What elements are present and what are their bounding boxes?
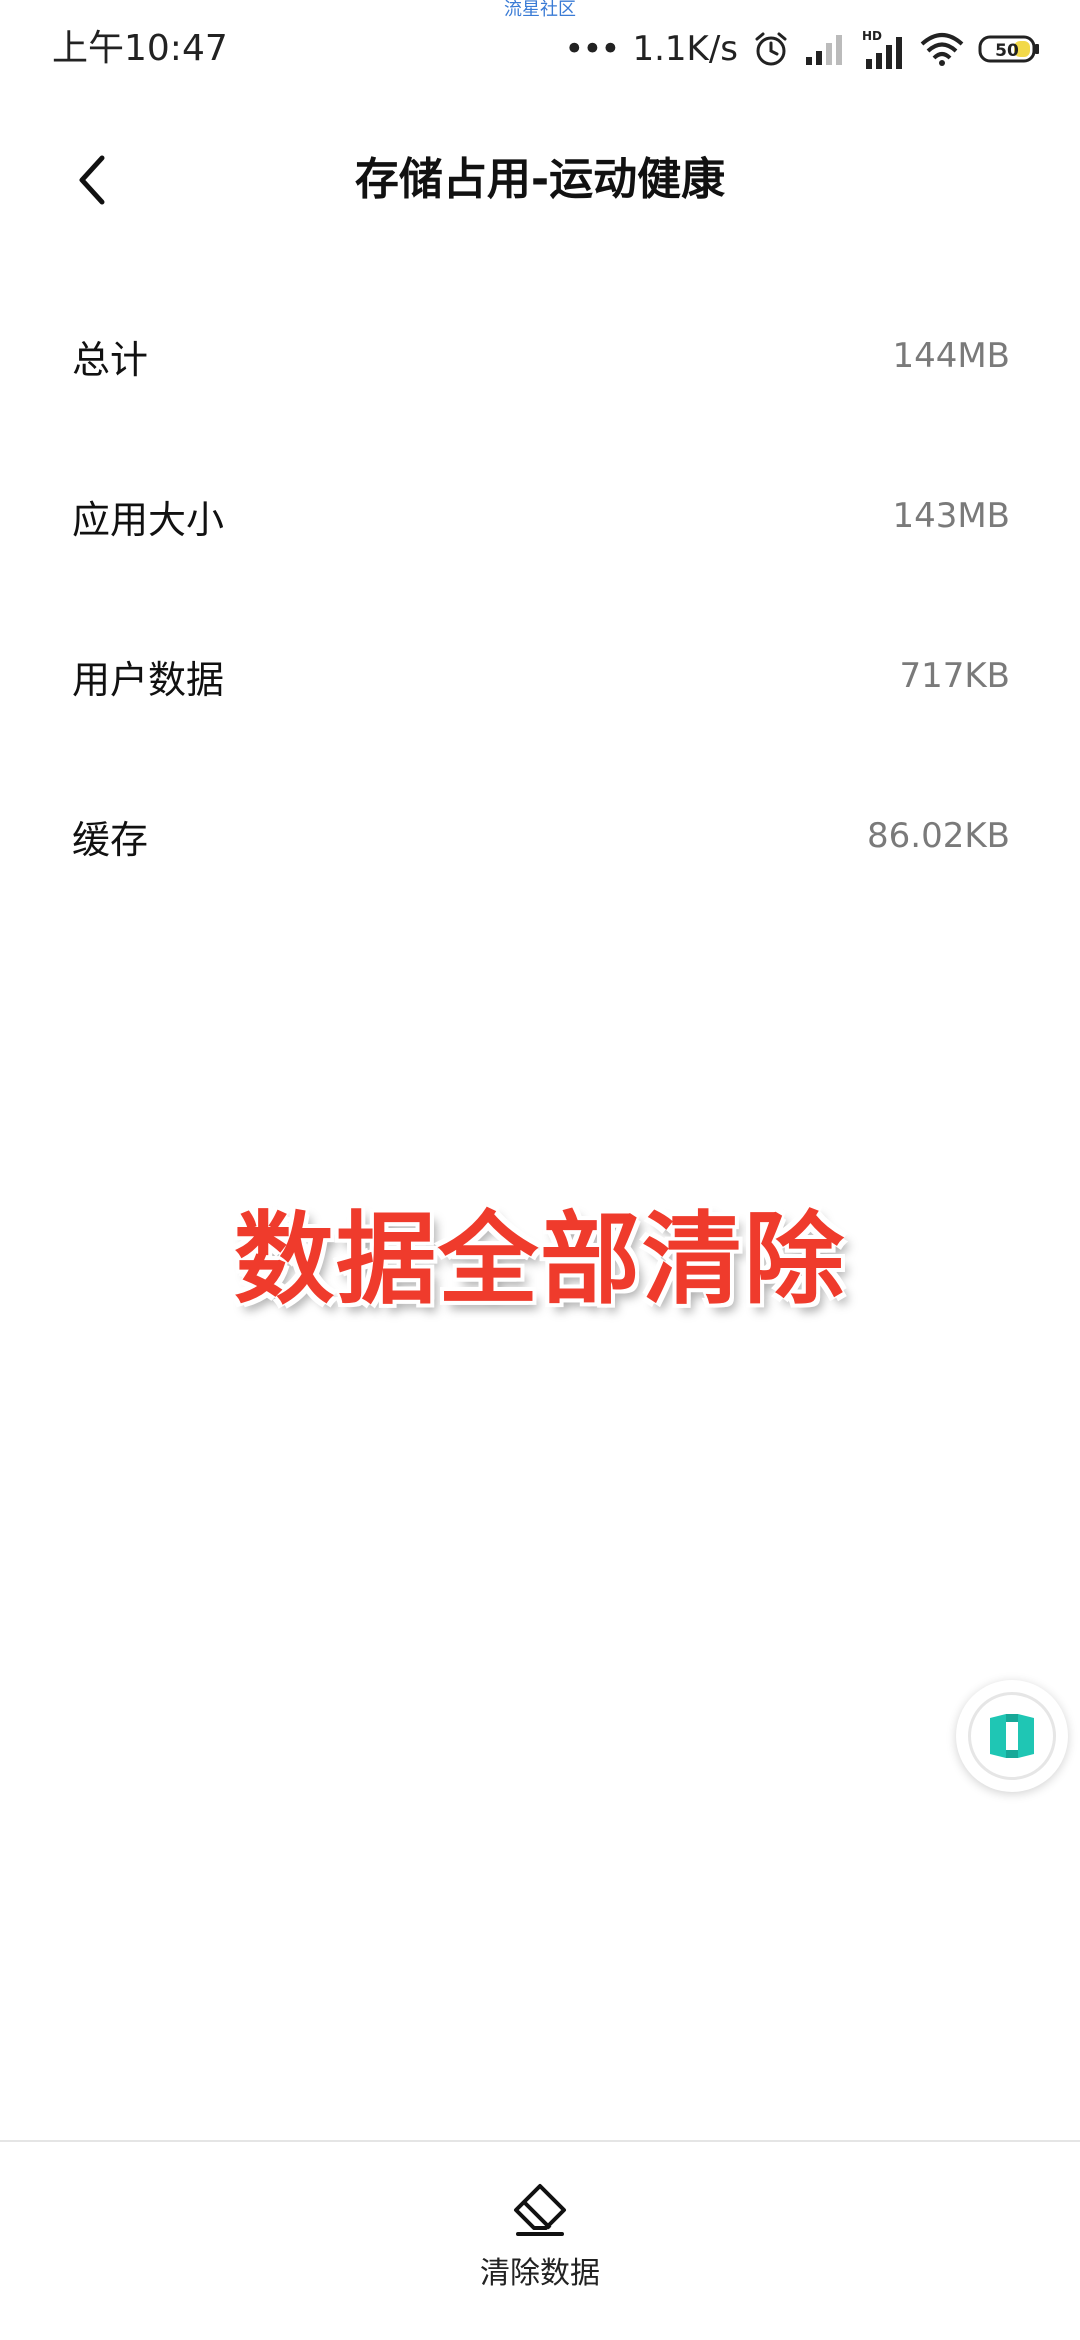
row-label: 应用大小: [72, 497, 225, 542]
eraser-icon: [514, 2184, 566, 2236]
network-speed: 1.1K/s: [632, 29, 738, 69]
row-label: 用户数据: [72, 657, 225, 702]
floating-assistant-button[interactable]: [956, 1680, 1068, 1792]
more-dots: •••: [564, 29, 620, 69]
battery-level: 50: [995, 41, 1019, 61]
row-label: 缓存: [72, 817, 149, 862]
status-bar: 流星社区 上午10:47 ••• 1.1K/s HD 50: [0, 0, 1080, 96]
hd-label: HD: [862, 29, 882, 43]
row-label: 总计: [72, 337, 149, 382]
storage-row-app-size: 应用大小 143MB: [0, 436, 1080, 596]
alarm-icon: [752, 30, 790, 68]
row-value: 143MB: [892, 496, 1010, 536]
signal-weak-icon: [804, 33, 848, 65]
cube-icon: [990, 1714, 1034, 1758]
status-time: 上午10:47: [52, 28, 228, 69]
row-value: 717KB: [899, 656, 1010, 696]
watermark: 流星社区: [504, 0, 576, 20]
floating-button-ring: [968, 1692, 1056, 1780]
bottom-action-bar: 清除数据: [0, 2140, 1080, 2340]
screen: 流星社区 上午10:47 ••• 1.1K/s HD 50 存储占用-运动健康 …: [0, 0, 1080, 2340]
storage-row-user-data: 用户数据 717KB: [0, 596, 1080, 756]
row-value: 144MB: [892, 336, 1010, 376]
storage-row-total: 总计 144MB: [0, 276, 1080, 436]
signal-hd-icon: HD: [862, 29, 906, 69]
back-button[interactable]: [56, 144, 128, 216]
clear-data-button[interactable]: 清除数据: [440, 2182, 640, 2322]
overlay-caption: 数据全部清除: [234, 1201, 846, 1318]
battery-icon: 50: [978, 34, 1040, 64]
row-value: 86.02KB: [867, 816, 1010, 856]
storage-list: 总计 144MB 应用大小 143MB 用户数据 717KB 缓存 86.02K…: [0, 276, 1080, 916]
chevron-left-icon: [79, 155, 105, 205]
clear-data-label: 清除数据: [480, 2256, 600, 2291]
status-indicators: ••• 1.1K/s HD 50: [564, 26, 1040, 72]
wifi-icon: [920, 32, 964, 66]
header: 存储占用-运动健康: [0, 120, 1080, 240]
storage-row-cache: 缓存 86.02KB: [0, 756, 1080, 916]
page-title: 存储占用-运动健康: [354, 154, 726, 205]
